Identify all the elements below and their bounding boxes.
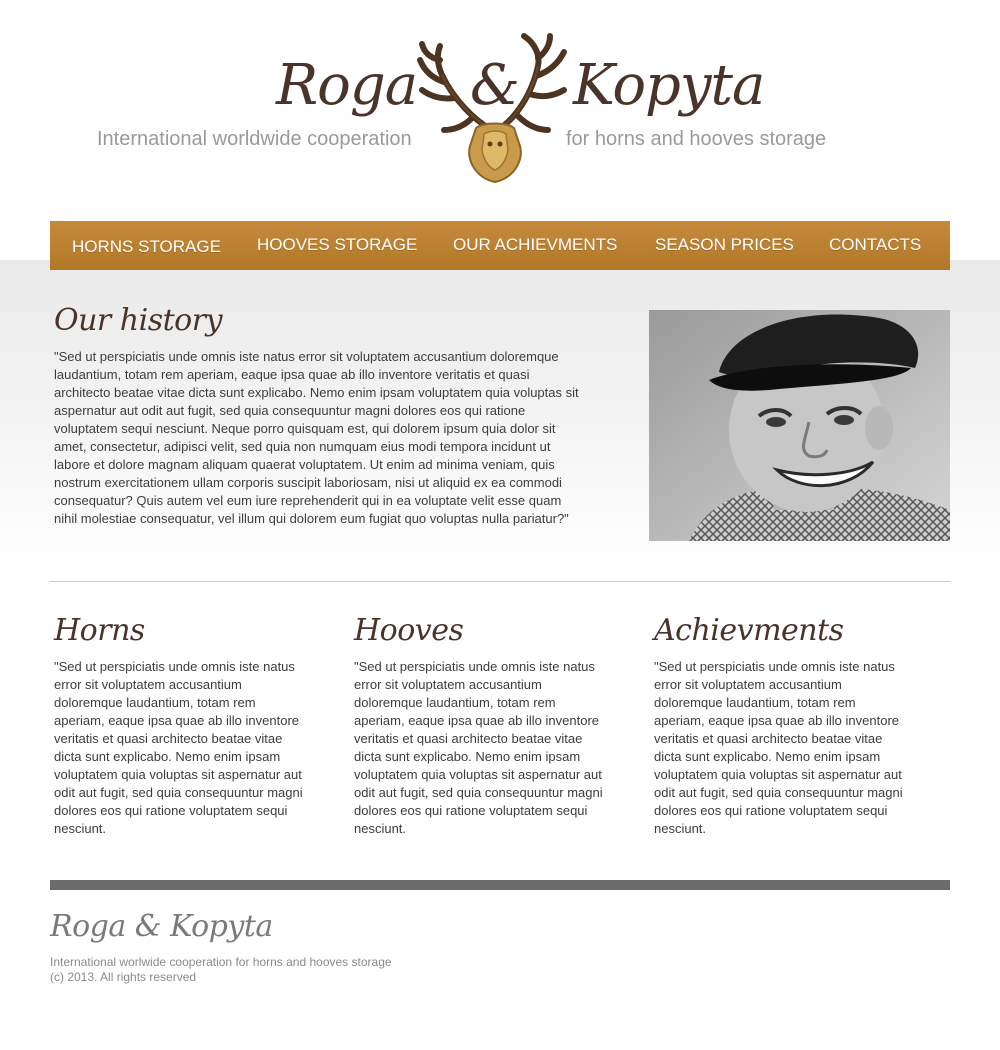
main-navigation: HORNS STORAGE HOOVES STORAGE OUR ACHIEVM…: [50, 221, 950, 270]
history-heading: Our history: [54, 303, 223, 338]
hooves-heading: Hooves: [354, 613, 464, 648]
achievments-heading: Achievments: [654, 613, 844, 648]
logo-word-kopyta: Kopyta: [573, 53, 765, 118]
section-divider: [50, 581, 950, 582]
horns-heading: Horns: [54, 613, 145, 648]
logo-word-roga: Roga: [276, 53, 418, 118]
footer-logo: Roga & Kopyta: [50, 909, 273, 944]
nav-item-hooves-storage[interactable]: HOOVES STORAGE: [257, 235, 417, 255]
footer-tagline: International worlwide cooperation for h…: [50, 955, 392, 969]
footer-copyright: (c) 2013. All rights reserved: [50, 970, 197, 984]
tagline-right: for horns and hooves storage: [566, 128, 827, 150]
horns-text: "Sed ut perspiciatis unde omnis iste nat…: [54, 659, 303, 836]
portrait-photo: [649, 310, 950, 541]
history-text: "Sed ut perspiciatis unde omnis iste nat…: [54, 349, 579, 526]
achievments-text: "Sed ut perspiciatis unde omnis iste nat…: [654, 659, 903, 836]
antlers-trophy-icon: [417, 33, 567, 184]
site-header: Roga & Kopyta International worldwide co…: [0, 0, 1000, 220]
footer-bar: [50, 880, 950, 890]
nav-item-horns-storage[interactable]: HORNS STORAGE: [72, 237, 221, 257]
nav-item-contacts[interactable]: CONTACTS: [829, 235, 921, 255]
nav-item-season-prices[interactable]: SEASON PRICES: [655, 235, 794, 255]
tagline-left: International worldwide cooperation: [97, 128, 412, 150]
hooves-text: "Sed ut perspiciatis unde omnis iste nat…: [354, 659, 603, 836]
nav-item-our-achievments[interactable]: OUR ACHIEVMENTS: [453, 235, 617, 255]
portrait-image: [649, 310, 950, 541]
